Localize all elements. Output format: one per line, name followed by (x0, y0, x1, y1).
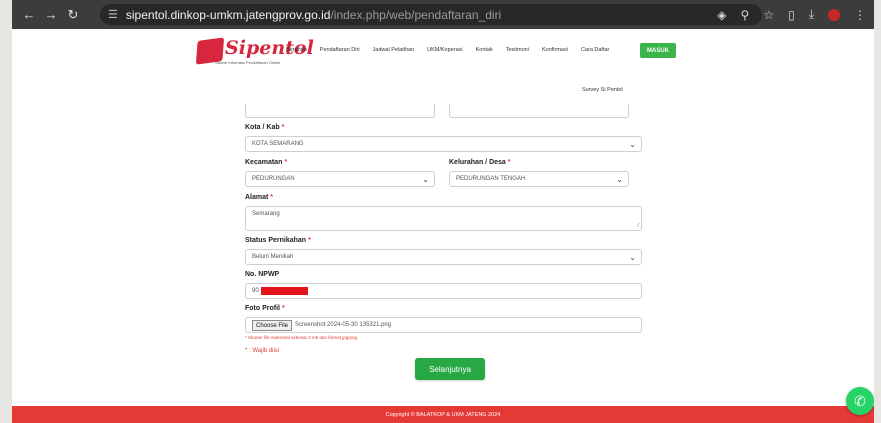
next-button[interactable]: Selanjutnya (415, 358, 485, 380)
npwp-value: 90 (252, 288, 259, 294)
foto-profil-file-input[interactable]: Choose File Screenshot 2024-05-30 135321… (245, 317, 642, 333)
status-pernikahan-value: Belum Menikah (252, 254, 294, 260)
forward-icon[interactable]: → (40, 7, 62, 22)
back-icon[interactable]: ← (18, 7, 40, 22)
menu-dots-icon[interactable]: ⋮ (854, 8, 866, 22)
menu-item-kontak[interactable]: Kontak (476, 47, 493, 53)
status-pernikahan-select[interactable]: Belum Menikah ⌄ (245, 249, 642, 265)
main-menu: Beranda Pendaftaran Diri Jadwal Pelatiha… (286, 47, 622, 53)
survey-link[interactable]: Survey Si Pentol (582, 87, 623, 93)
kecamatan-select-value: PEDURUNGAN (252, 176, 295, 182)
browser-window: ← → ↻ ☰ sipentol.dinkop-umkm.jatengprov.… (12, 0, 874, 423)
menu-item-konfirmasi[interactable]: Konfirmasi (542, 47, 568, 53)
required-mark: * (308, 237, 311, 244)
required-mark: * (507, 159, 511, 166)
chevron-down-icon: ⌄ (422, 175, 429, 184)
extension-icon[interactable] (828, 8, 840, 21)
zoom-icon[interactable]: ⚲ (741, 8, 750, 22)
footer: Copyright © BALATKOP & UKM JATENG 2024 (12, 406, 874, 423)
choose-file-button[interactable]: Choose File (252, 319, 293, 331)
url-path: /index.php/web/pendaftaran_diri (330, 7, 502, 22)
redaction-bar (260, 287, 308, 295)
file-name: Screenshot 2024-05-30 135321.png (295, 322, 392, 328)
chevron-down-icon: ⌄ (629, 253, 636, 262)
menu-item-beranda[interactable]: Beranda (286, 47, 307, 53)
browser-toolbar: ← → ↻ ☰ sipentol.dinkop-umkm.jatengprov.… (12, 0, 874, 29)
required-mark: * (281, 305, 285, 312)
kelurahan-select[interactable]: PEDURUNGAN TENGAH ⌄ (449, 171, 629, 187)
browser-actions: ◈ ⚲ ☆ ▯ ⤓ ⋮ (717, 0, 866, 29)
address-bar[interactable]: ☰ sipentol.dinkop-umkm.jatengprov.go.id /… (100, 4, 762, 25)
logo-subtitle: Sistem Informasi Pendaftaran Online (215, 60, 281, 65)
required-mark: * (281, 124, 285, 131)
menu-item-pendaftaran-diri[interactable]: Pendaftaran Diri (320, 47, 360, 53)
whatsapp-icon[interactable]: ✆ (846, 387, 874, 415)
menu-item-ukm-koperasi[interactable]: UKM/Koperasi (427, 47, 462, 53)
alamat-value: Semarang (252, 211, 280, 217)
menu-item-cara-daftar[interactable]: Cara Daftar (581, 47, 609, 53)
status-pernikahan-label: Status Pernikahan * (245, 237, 311, 244)
kecamatan-label: Kecamatan * (245, 159, 288, 166)
kecamatan-select[interactable]: PEDURUNGAN ⌄ (245, 171, 435, 187)
previous-field-right[interactable] (449, 104, 629, 118)
download-icon[interactable]: ⤓ (809, 7, 814, 22)
wajib-note: * : Wajib diisi (245, 348, 280, 354)
site-info-icon[interactable]: ☰ (108, 8, 118, 21)
npwp-label: No. NPWP (245, 271, 280, 278)
password-key-icon[interactable]: ◈ (717, 8, 726, 22)
chevron-down-icon: ⌄ (629, 140, 636, 149)
site-header: Sipentol Sistem Informasi Pendaftaran On… (12, 29, 874, 75)
npwp-input[interactable]: 90 (245, 283, 642, 299)
kota-select[interactable]: KOTA SEMARANG ⌄ (245, 136, 642, 152)
bookmark-star-icon[interactable]: ☆ (763, 8, 774, 22)
kelurahan-select-value: PEDURUNGAN TENGAH (456, 176, 526, 182)
resize-grip-icon[interactable]: ∕ (638, 223, 639, 229)
chevron-down-icon: ⌄ (616, 175, 623, 184)
menu-item-jadwal-pelatihan[interactable]: Jadwal Pelatihan (373, 47, 415, 53)
foto-profil-label: Foto Profil * (245, 305, 285, 312)
menu-item-testimoni[interactable]: Testimoni (506, 47, 529, 53)
foto-hint: * Ukuran file maksimal sebesar 3 mb dan … (245, 335, 358, 340)
previous-field-left[interactable] (245, 104, 435, 118)
site-logo[interactable]: Sipentol Sistem Informasi Pendaftaran On… (195, 37, 314, 67)
alamat-label: Alamat * (245, 194, 274, 201)
kelurahan-label: Kelurahan / Desa * (449, 159, 511, 166)
required-mark: * (270, 194, 274, 201)
kota-select-value: KOTA SEMARANG (252, 141, 304, 147)
required-mark: * (284, 159, 288, 166)
extensions-icon[interactable]: ▯ (788, 8, 795, 22)
url-host: sipentol.dinkop-umkm.jatengprov.go.id (125, 7, 331, 22)
login-button[interactable]: MASUK (640, 43, 676, 58)
reload-icon[interactable]: ↻ (62, 7, 84, 23)
alamat-textarea[interactable]: Semarang ∕ (245, 206, 642, 231)
kota-label: Kota / Kab * (245, 124, 285, 131)
